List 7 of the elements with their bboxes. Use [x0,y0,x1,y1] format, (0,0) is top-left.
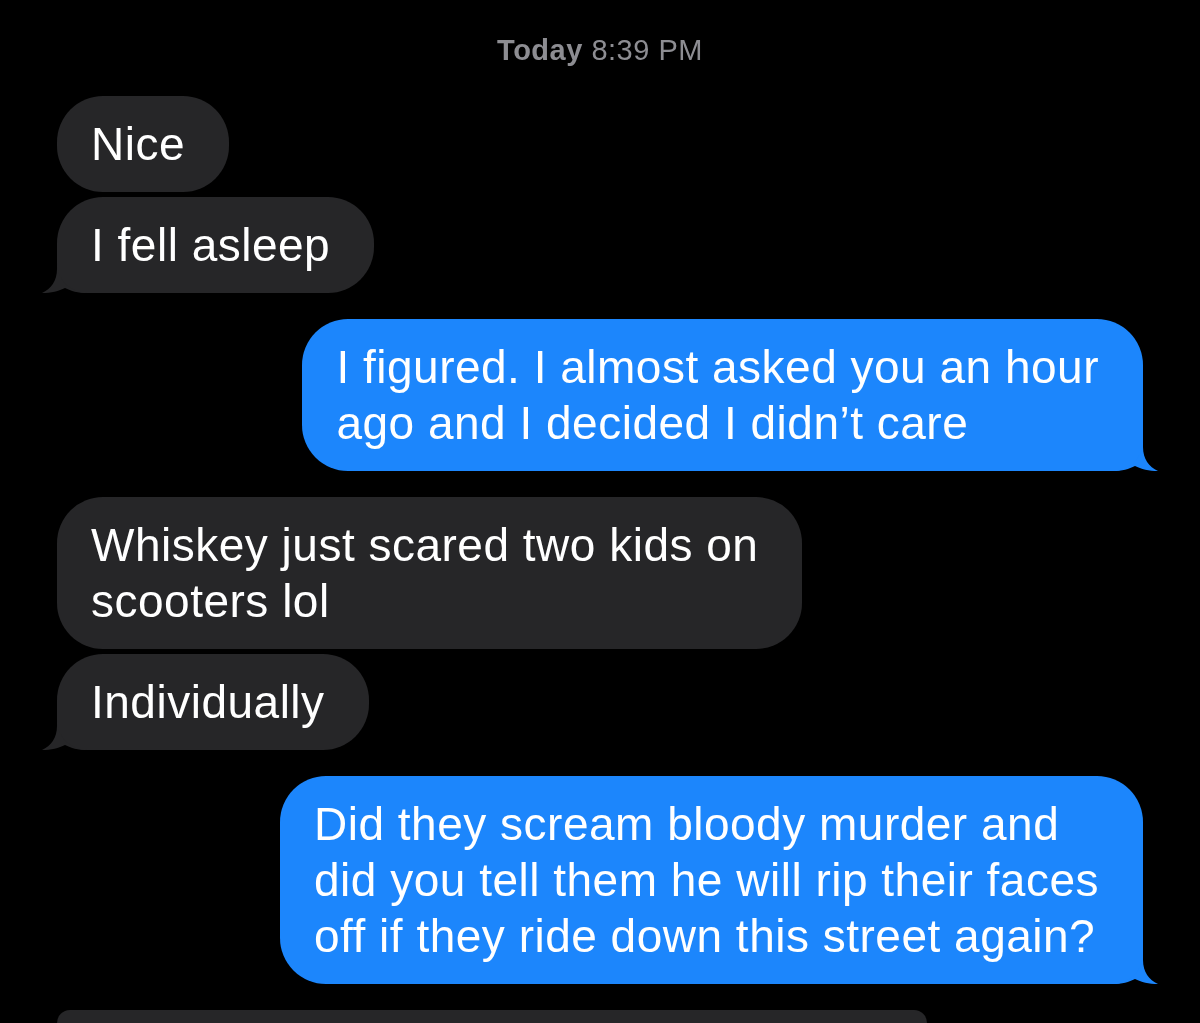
message-text: I fell asleep [91,218,331,273]
message-text: Individually [91,675,325,730]
timestamp: Today 8:39 PM [497,33,703,67]
message-text: Whiskey just scared two kids on scooters lol [91,518,759,629]
message-text: Did they scream bloody murder and did you tell them he will rip their faces off if they ride down this street again? [314,797,1099,964]
message-text: Nice [91,117,186,172]
message-text: I figured. I almost asked you an hour ago and I decided I didn’t care [336,340,1099,451]
